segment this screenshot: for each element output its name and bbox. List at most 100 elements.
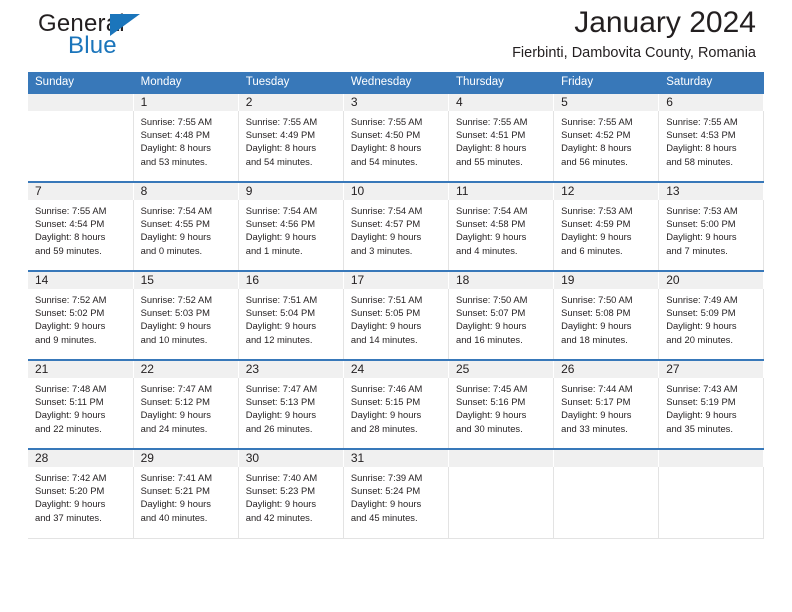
sunrise-time: Sunrise: 7:54 AM bbox=[245, 205, 318, 216]
day-number[interactable]: 22 bbox=[133, 359, 239, 378]
day-number[interactable]: 21 bbox=[28, 359, 134, 378]
day-number[interactable]: 2 bbox=[238, 92, 344, 111]
day-number[interactable]: 19 bbox=[553, 270, 660, 289]
day-number[interactable]: 3 bbox=[343, 92, 450, 111]
day-cell[interactable]: Sunrise: 7:55 AM Sunset: 4:53 PM Daylight:… bbox=[658, 111, 765, 183]
week-detail-row: Sunrise: 7:42 AM Sunset: 5:20 PM Daylight:… bbox=[28, 467, 765, 539]
daylight-duration-line2: and 55 minutes. bbox=[456, 155, 523, 167]
day-cell[interactable]: Sunrise: 7:54 AM Sunset: 4:58 PM Daylight:… bbox=[448, 200, 555, 272]
day-cell[interactable]: Sunrise: 7:47 AM Sunset: 5:13 PM Daylight:… bbox=[238, 378, 344, 450]
day-number[interactable]: 30 bbox=[238, 448, 344, 467]
sunrise-time: Sunrise: 7:51 AM bbox=[350, 294, 423, 305]
day-number[interactable]: 26 bbox=[553, 359, 660, 378]
daylight-duration-line2: and 26 minutes. bbox=[245, 422, 313, 434]
daylight-duration-line1: Daylight: 9 hours bbox=[245, 320, 317, 332]
daylight-duration-line1: Daylight: 9 hours bbox=[456, 231, 527, 243]
sunset-time: Sunset: 5:11 PM bbox=[35, 396, 104, 408]
day-number[interactable]: 16 bbox=[238, 270, 344, 289]
day-number[interactable]: 31 bbox=[343, 448, 450, 467]
day-number[interactable]: 25 bbox=[448, 359, 555, 378]
day-cell[interactable]: Sunrise: 7:54 AM Sunset: 4:56 PM Daylight:… bbox=[238, 200, 344, 272]
week-detail-row: Sunrise: 7:52 AM Sunset: 5:02 PM Daylight:… bbox=[28, 289, 765, 361]
day-number[interactable]: 28 bbox=[28, 448, 134, 467]
daylight-duration-line1: Daylight: 9 hours bbox=[561, 409, 632, 421]
daylight-duration-line2: and 33 minutes. bbox=[561, 422, 628, 434]
day-number[interactable]: 4 bbox=[448, 92, 555, 111]
day-number[interactable]: 12 bbox=[553, 181, 660, 200]
day-number[interactable]: 6 bbox=[658, 92, 765, 111]
day-number[interactable]: 11 bbox=[448, 181, 555, 200]
day-cell[interactable]: Sunrise: 7:55 AM Sunset: 4:52 PM Daylight:… bbox=[553, 111, 660, 183]
day-cell[interactable]: Sunrise: 7:42 AM Sunset: 5:20 PM Daylight:… bbox=[28, 467, 134, 539]
day-cell[interactable]: Sunrise: 7:50 AM Sunset: 5:07 PM Daylight:… bbox=[448, 289, 555, 361]
daylight-duration-line2: and 56 minutes. bbox=[561, 155, 628, 167]
sunset-time: Sunset: 4:48 PM bbox=[140, 129, 210, 141]
sunset-time: Sunset: 4:58 PM bbox=[456, 218, 526, 230]
day-cell[interactable]: Sunrise: 7:51 AM Sunset: 5:05 PM Daylight:… bbox=[343, 289, 450, 361]
day-cell[interactable]: Sunrise: 7:45 AM Sunset: 5:16 PM Daylight:… bbox=[448, 378, 555, 450]
week-detail-row: Sunrise: 7:48 AM Sunset: 5:11 PM Daylight:… bbox=[28, 378, 765, 450]
day-cell[interactable]: Sunrise: 7:55 AM Sunset: 4:54 PM Daylight:… bbox=[28, 200, 134, 272]
day-number[interactable]: 24 bbox=[343, 359, 450, 378]
day-cell[interactable]: Sunrise: 7:55 AM Sunset: 4:51 PM Daylight:… bbox=[448, 111, 555, 183]
daylight-duration-line2: and 1 minute. bbox=[245, 244, 303, 256]
page-header: General Blue January 2024 Fierbinti, Dam… bbox=[28, 0, 764, 72]
day-number[interactable]: 18 bbox=[448, 270, 555, 289]
day-cell[interactable]: Sunrise: 7:54 AM Sunset: 4:57 PM Daylight:… bbox=[343, 200, 450, 272]
day-cell[interactable]: Sunrise: 7:47 AM Sunset: 5:12 PM Daylight:… bbox=[133, 378, 239, 450]
day-number[interactable]: 14 bbox=[28, 270, 134, 289]
day-cell[interactable]: Sunrise: 7:55 AM Sunset: 4:48 PM Daylight:… bbox=[133, 111, 239, 183]
day-cell[interactable]: Sunrise: 7:41 AM Sunset: 5:21 PM Daylight:… bbox=[133, 467, 239, 539]
general-blue-logo[interactable]: General Blue bbox=[38, 10, 238, 66]
day-number[interactable]: 29 bbox=[133, 448, 239, 467]
day-cell[interactable]: Sunrise: 7:51 AM Sunset: 5:04 PM Daylight:… bbox=[238, 289, 344, 361]
day-number[interactable]: 9 bbox=[238, 181, 344, 200]
location-subtitle: Fierbinti, Dambovita County, Romania bbox=[512, 45, 756, 61]
day-cell[interactable]: Sunrise: 7:44 AM Sunset: 5:17 PM Daylight:… bbox=[553, 378, 660, 450]
day-number[interactable]: 1 bbox=[133, 92, 239, 111]
day-cell[interactable]: Sunrise: 7:48 AM Sunset: 5:11 PM Daylight:… bbox=[28, 378, 134, 450]
daylight-duration-line1: Daylight: 9 hours bbox=[245, 231, 317, 243]
daylight-duration-line1: Daylight: 9 hours bbox=[350, 409, 422, 421]
daylight-duration-line1: Daylight: 9 hours bbox=[561, 320, 632, 332]
sunrise-time: Sunrise: 7:44 AM bbox=[561, 383, 633, 394]
day-number[interactable]: 20 bbox=[658, 270, 765, 289]
sunrise-time: Sunrise: 7:47 AM bbox=[140, 383, 213, 394]
daylight-duration-line1: Daylight: 9 hours bbox=[245, 409, 317, 421]
day-number[interactable]: 17 bbox=[343, 270, 450, 289]
day-of-week-saturday: Saturday bbox=[658, 72, 765, 93]
day-cell[interactable]: Sunrise: 7:39 AM Sunset: 5:24 PM Daylight:… bbox=[343, 467, 450, 539]
day-cell[interactable]: Sunrise: 7:43 AM Sunset: 5:19 PM Daylight:… bbox=[658, 378, 765, 450]
daylight-duration-line2: and 54 minutes. bbox=[350, 155, 418, 167]
day-number[interactable]: 13 bbox=[658, 181, 765, 200]
daylight-duration-line1: Daylight: 9 hours bbox=[140, 320, 211, 332]
day-cell[interactable]: Sunrise: 7:54 AM Sunset: 4:55 PM Daylight:… bbox=[133, 200, 239, 272]
day-number[interactable]: 23 bbox=[238, 359, 344, 378]
day-number-empty bbox=[553, 448, 660, 467]
daylight-duration-line2: and 40 minutes. bbox=[140, 511, 208, 523]
day-cell[interactable]: Sunrise: 7:55 AM Sunset: 4:50 PM Daylight:… bbox=[343, 111, 450, 183]
day-number[interactable]: 5 bbox=[553, 92, 660, 111]
day-cell[interactable]: Sunrise: 7:46 AM Sunset: 5:15 PM Daylight:… bbox=[343, 378, 450, 450]
sunrise-time: Sunrise: 7:47 AM bbox=[245, 383, 318, 394]
day-cell[interactable]: Sunrise: 7:53 AM Sunset: 4:59 PM Daylight:… bbox=[553, 200, 660, 272]
daylight-duration-line2: and 58 minutes. bbox=[666, 155, 733, 167]
day-number[interactable]: 27 bbox=[658, 359, 765, 378]
day-number[interactable]: 15 bbox=[133, 270, 239, 289]
day-cell[interactable]: Sunrise: 7:49 AM Sunset: 5:09 PM Daylight:… bbox=[658, 289, 765, 361]
day-number[interactable]: 10 bbox=[343, 181, 450, 200]
day-cell[interactable]: Sunrise: 7:50 AM Sunset: 5:08 PM Daylight:… bbox=[553, 289, 660, 361]
daylight-duration-line2: and 4 minutes. bbox=[456, 244, 518, 256]
sunset-time: Sunset: 4:55 PM bbox=[140, 218, 210, 230]
day-of-week-header-row: Sunday Monday Tuesday Wednesday Thursday… bbox=[28, 72, 765, 93]
sunrise-time: Sunrise: 7:52 AM bbox=[35, 294, 107, 305]
daylight-duration-line2: and 10 minutes. bbox=[140, 333, 208, 345]
day-cell[interactable]: Sunrise: 7:53 AM Sunset: 5:00 PM Daylight:… bbox=[658, 200, 765, 272]
day-number[interactable]: 8 bbox=[133, 181, 239, 200]
day-cell[interactable]: Sunrise: 7:55 AM Sunset: 4:49 PM Daylight:… bbox=[238, 111, 344, 183]
day-number[interactable]: 7 bbox=[28, 181, 134, 200]
day-cell[interactable]: Sunrise: 7:52 AM Sunset: 5:02 PM Daylight:… bbox=[28, 289, 134, 361]
daylight-duration-line2: and 22 minutes. bbox=[35, 422, 102, 434]
day-cell[interactable]: Sunrise: 7:40 AM Sunset: 5:23 PM Daylight:… bbox=[238, 467, 344, 539]
day-cell[interactable]: Sunrise: 7:52 AM Sunset: 5:03 PM Daylight:… bbox=[133, 289, 239, 361]
